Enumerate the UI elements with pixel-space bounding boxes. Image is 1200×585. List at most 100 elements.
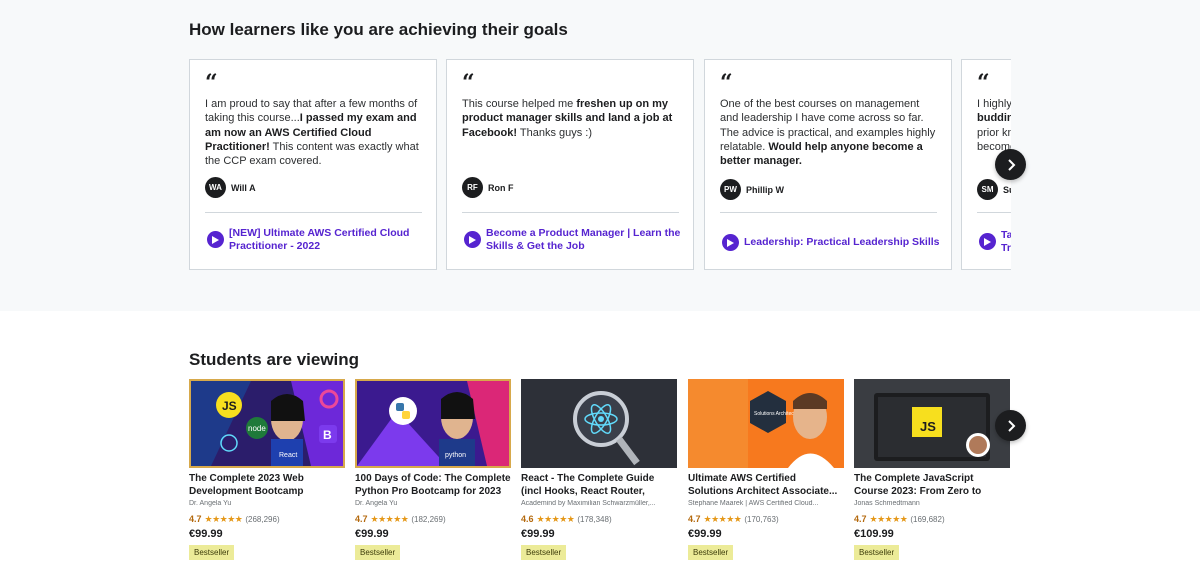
course-thumbnail[interactable]: JS (854, 379, 1010, 468)
bestseller-badge: Bestseller (355, 545, 401, 560)
avatar: PW (720, 179, 741, 200)
course-card[interactable]: JS The Complete JavaScript Course 2023: … (854, 379, 1010, 560)
testimonials-section: How learners like you are achieving thei… (0, 0, 1200, 311)
course-link-label: Become a Product Manager | Learn the Ski… (486, 227, 681, 252)
rating-value: 4.7 (688, 514, 701, 524)
bestseller-badge: Bestseller (688, 545, 734, 560)
reviewer: RF Ron F (462, 177, 514, 198)
testimonial-course-link[interactable]: Become a Product Manager | Learn the Ski… (464, 227, 684, 252)
rating: 4.7 ★★★★★ (170,763) (688, 513, 844, 525)
rating-count: (178,348) (577, 514, 612, 524)
svg-text:JS: JS (920, 419, 936, 434)
divider (977, 212, 1011, 213)
star-icon: ★★★★★ (204, 513, 243, 524)
avatar: WA (205, 177, 226, 198)
chevron-right-icon (1007, 419, 1015, 432)
course-title: The Complete JavaScript Course 2023: Fro… (854, 473, 982, 497)
rating: 4.6 ★★★★★ (178,348) (521, 513, 677, 525)
quote-icon: “ (205, 70, 218, 96)
course-thumbnail[interactable]: python (355, 379, 511, 468)
course-image: python (357, 381, 509, 466)
reviewer-name: Phillip W (746, 184, 784, 195)
course-thumbnail[interactable]: Solutions Architect (688, 379, 844, 468)
play-circle-icon (979, 233, 996, 250)
svg-text:python: python (445, 452, 466, 459)
course-price: €109.99 (854, 528, 894, 540)
testimonial-course-link[interactable]: Ta Tra (979, 229, 1011, 254)
course-price: €99.99 (189, 528, 223, 540)
rating-value: 4.6 (521, 514, 534, 524)
course-price: €99.99 (355, 528, 389, 540)
svg-text:JS: JS (222, 399, 237, 413)
course-card[interactable]: Solutions Architect Ultimate AWS Certifi… (688, 379, 844, 560)
course-thumbnail[interactable] (521, 379, 677, 468)
rating-count: (170,763) (744, 514, 779, 524)
rating-count: (182,269) (411, 514, 446, 524)
course-author: Dr. Angela Yu (189, 500, 232, 507)
testimonial-course-link[interactable]: Leadership: Practical Leadership Skills (722, 234, 942, 251)
rating-count: (268,296) (245, 514, 280, 524)
course-title: React - The Complete Guide (incl Hooks, … (521, 473, 655, 497)
course-link-label: Leadership: Practical Leadership Skills (744, 236, 940, 249)
rating-value: 4.7 (189, 514, 202, 524)
play-circle-icon (464, 231, 481, 248)
divider (720, 212, 937, 213)
divider (462, 212, 679, 213)
course-price: €99.99 (521, 528, 555, 540)
course-author: Stephane Maarek | AWS Certified Cloud... (688, 500, 819, 507)
course-author: Academind by Maximilian Schwarzmüller,..… (521, 500, 656, 507)
reviewer: SM Su (977, 179, 1011, 200)
bestseller-badge: Bestseller (521, 545, 567, 560)
testimonial-text: I am proud to say that after a few month… (205, 98, 419, 168)
testimonials-carousel: “ I am proud to say that after a few mon… (189, 59, 1011, 271)
course-title: The Complete 2023 Web Development Bootca… (189, 473, 304, 497)
svg-text:B: B (323, 428, 332, 442)
reviewer: WA Will A (205, 177, 256, 198)
testimonials-title: How learners like you are achieving thei… (189, 20, 568, 39)
course-thumbnail[interactable]: JS node React B (189, 379, 345, 468)
testimonial-text: This course helped me freshen up on my p… (462, 98, 673, 139)
course-price: €99.99 (688, 528, 722, 540)
course-title: 100 Days of Code: The Complete Python Pr… (355, 473, 511, 497)
rating: 4.7 ★★★★★ (268,296) (189, 513, 345, 525)
testimonial-text: One of the best courses on management an… (720, 98, 936, 168)
rating-count: (169,682) (910, 514, 945, 524)
reviewer: PW Phillip W (720, 179, 784, 200)
rating: 4.7 ★★★★★ (169,682) (854, 513, 1010, 525)
quote-icon: “ (462, 70, 475, 96)
course-image: JS node React B (191, 381, 343, 466)
chevron-right-icon (1007, 158, 1015, 171)
avatar: RF (462, 177, 483, 198)
testimonials-next-button[interactable] (995, 149, 1026, 180)
course-image (521, 379, 677, 468)
testimonial-card: “ One of the best courses on management … (704, 59, 952, 270)
star-icon: ★★★★★ (703, 513, 742, 524)
testimonial-course-link[interactable]: [NEW] Ultimate AWS Certified Cloud Pract… (207, 227, 427, 252)
rating: 4.7 ★★★★★ (182,269) (355, 513, 511, 525)
course-card[interactable]: JS node React B The Complete 2023 Web De… (189, 379, 345, 560)
course-author: Dr. Angela Yu (355, 500, 398, 507)
testimonial-card: “ I am proud to say that after a few mon… (189, 59, 437, 270)
testimonial-text: I highly budding prior kn become (977, 98, 1011, 153)
divider (205, 212, 422, 213)
play-circle-icon (207, 231, 224, 248)
reviewer-name: Will A (231, 182, 256, 193)
svg-text:Solutions Architect: Solutions Architect (754, 411, 796, 417)
star-icon: ★★★★★ (869, 513, 908, 524)
star-icon: ★★★★★ (536, 513, 575, 524)
avatar: SM (977, 179, 998, 200)
course-card[interactable]: React - The Complete Guide (incl Hooks, … (521, 379, 677, 560)
testimonial-card: “ This course helped me freshen up on my… (446, 59, 694, 270)
course-title: Ultimate AWS Certified Solutions Archite… (688, 473, 838, 497)
course-card[interactable]: python 100 Days of Code: The Complete Py… (355, 379, 511, 560)
quote-icon: “ (977, 70, 990, 96)
star-icon: ★★★★★ (370, 513, 409, 524)
quote-icon: “ (720, 70, 733, 96)
svg-text:node: node (248, 424, 266, 433)
courses-next-button[interactable] (995, 410, 1026, 441)
svg-text:React: React (279, 452, 297, 459)
viewing-title: Students are viewing (189, 350, 360, 369)
course-link-label: Ta Tra (1001, 229, 1011, 254)
rating-value: 4.7 (355, 514, 368, 524)
bestseller-badge: Bestseller (189, 545, 235, 560)
